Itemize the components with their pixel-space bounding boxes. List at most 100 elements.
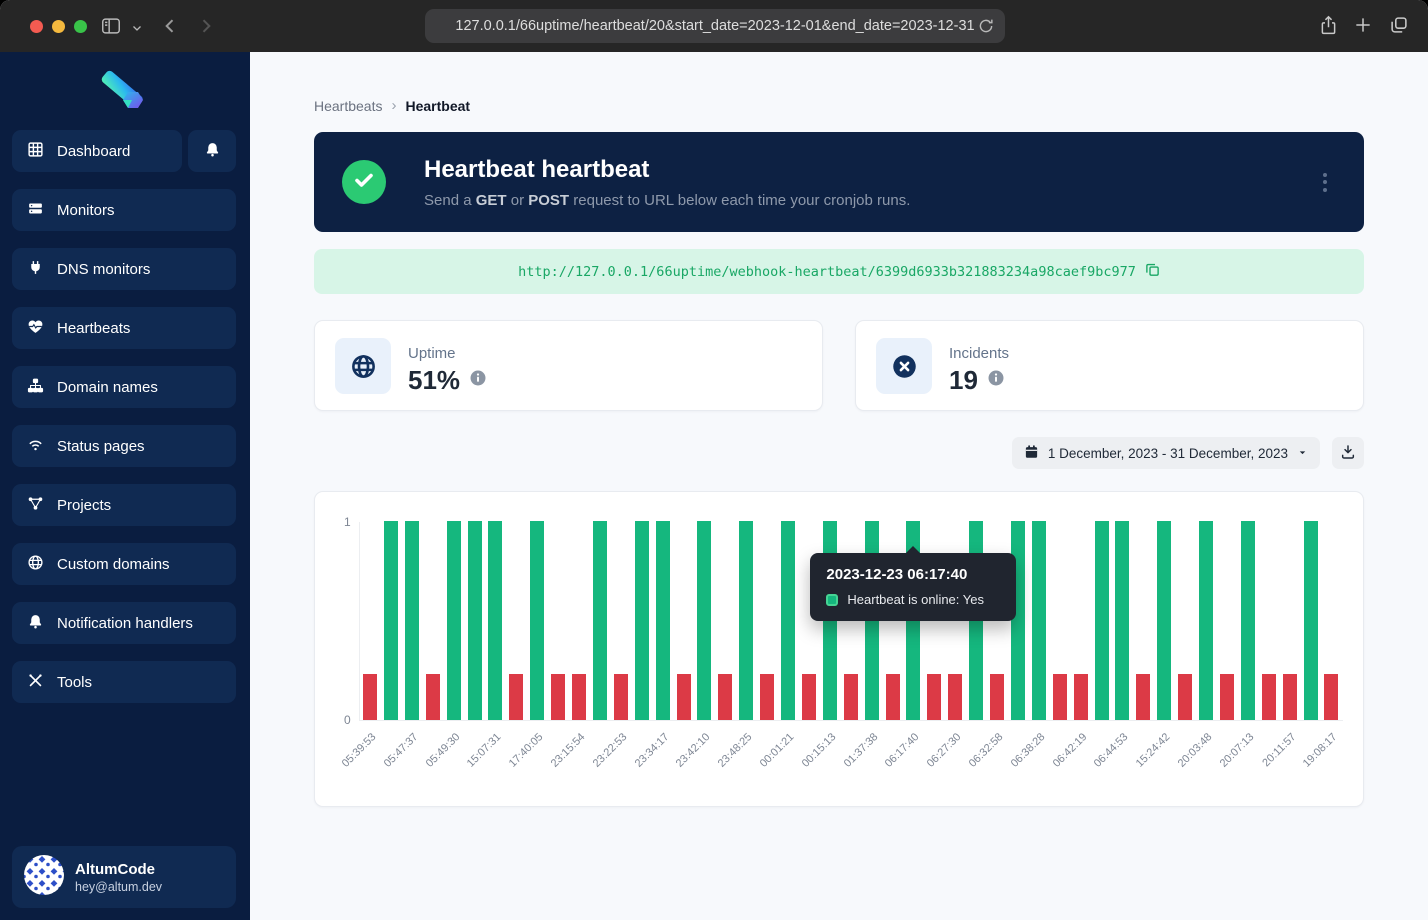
bell-icon — [27, 613, 44, 634]
breadcrumb-current: Heartbeat — [405, 98, 470, 114]
copy-icon[interactable] — [1145, 262, 1160, 281]
heartbeat-bar[interactable] — [384, 521, 398, 720]
heartbeat-bar[interactable] — [593, 521, 607, 720]
heartbeat-bar[interactable] — [405, 521, 419, 720]
heartbeat-bar[interactable] — [1115, 521, 1129, 720]
heartbeat-bar[interactable] — [1053, 674, 1067, 720]
heartbeat-bar[interactable] — [635, 521, 649, 720]
close-window-button[interactable] — [30, 20, 43, 33]
sidebar-item-domain-names[interactable]: Domain names — [12, 366, 236, 408]
heartbeat-bar[interactable] — [739, 521, 753, 720]
notifications-bell-button[interactable] — [188, 130, 236, 172]
zoom-window-button[interactable] — [74, 20, 87, 33]
heartbeat-bar[interactable] — [488, 521, 502, 720]
heartbeat-bar[interactable] — [677, 674, 691, 720]
tab-overview-icon[interactable] — [1388, 14, 1410, 41]
globe-icon — [27, 554, 44, 575]
heartbeat-bar[interactable] — [614, 674, 628, 720]
heartbeat-bar[interactable] — [468, 521, 482, 720]
heartbeat-bar[interactable] — [1095, 521, 1109, 720]
sidebar-item-label: Notification handlers — [57, 615, 193, 632]
heartbeat-bar[interactable] — [990, 674, 1004, 720]
heartbeat-bar[interactable] — [1178, 674, 1192, 720]
grid-icon — [27, 141, 44, 162]
chart-bars — [360, 522, 1343, 720]
heartbeat-bar[interactable] — [760, 674, 774, 720]
sidebar-item-status-pages[interactable]: Status pages — [12, 425, 236, 467]
user-email: hey@altum.dev — [75, 880, 162, 894]
sidebar-item-label: Heartbeats — [57, 320, 130, 337]
info-icon[interactable] — [469, 369, 487, 392]
heartbeat-bar[interactable] — [802, 674, 816, 720]
breadcrumb-heartbeats-link[interactable]: Heartbeats — [314, 98, 382, 114]
heartbeat-bar[interactable] — [447, 521, 461, 720]
user-account-card[interactable]: AltumCode hey@altum.dev — [12, 846, 236, 908]
heartbeat-bar[interactable] — [1157, 521, 1171, 720]
back-button[interactable] — [160, 16, 180, 41]
heartbeat-bar[interactable] — [1032, 521, 1046, 720]
heartbeat-bar[interactable] — [572, 674, 586, 720]
sidebar-item-projects[interactable]: Projects — [12, 484, 236, 526]
page-title: Heartbeat heartbeat — [424, 156, 649, 184]
heartbeat-bar[interactable] — [1074, 674, 1088, 720]
heartbeat-bar[interactable] — [363, 674, 377, 720]
sidebar-item-notification-handlers[interactable]: Notification handlers — [12, 602, 236, 644]
y-tick-label: 1 — [344, 515, 351, 529]
sidebar-item-custom-domains[interactable]: Custom domains — [12, 543, 236, 585]
heartbeat-bar[interactable] — [886, 674, 900, 720]
share-icon[interactable] — [1318, 14, 1339, 42]
heartbeat-bar[interactable] — [1241, 521, 1255, 720]
sidebar-item-label: Domain names — [57, 379, 158, 396]
download-report-button[interactable] — [1332, 437, 1364, 469]
heartbeat-bar[interactable] — [509, 674, 523, 720]
sidebar-item-tools[interactable]: Tools — [12, 661, 236, 703]
heartbeat-bar[interactable] — [1324, 674, 1338, 720]
heartbeat-bar[interactable] — [927, 674, 941, 720]
new-tab-icon[interactable] — [1353, 15, 1373, 40]
caret-down-icon — [1297, 446, 1308, 461]
minimize-window-button[interactable] — [52, 20, 65, 33]
heartbeat-bar[interactable] — [656, 521, 670, 720]
heartbeat-bar[interactable] — [1262, 674, 1276, 720]
heartbeat-bar[interactable] — [1011, 521, 1025, 720]
uptime-value: 51% — [408, 365, 460, 396]
info-icon[interactable] — [987, 369, 1005, 392]
sidebar-toggle-icon[interactable] — [100, 15, 122, 42]
avatar — [24, 855, 64, 900]
app-logo[interactable] — [0, 52, 250, 130]
refresh-icon[interactable] — [977, 17, 995, 39]
heartbeat-bar[interactable] — [948, 674, 962, 720]
heartbeat-bar[interactable] — [1199, 521, 1213, 720]
heartbeat-bar[interactable] — [1304, 521, 1318, 720]
sidebar-item-heartbeats[interactable]: Heartbeats — [12, 307, 236, 349]
heartbeat-chart-card: 1 0 05:39:5305:47:3705:49:3015:07:3117:4… — [314, 491, 1364, 807]
browser-window: 127.0.0.1/66uptime/heartbeat/20&start_da… — [0, 0, 1428, 920]
heartbeat-bar[interactable] — [530, 521, 544, 720]
heartbeat-bar[interactable] — [1220, 674, 1234, 720]
sidebar-item-label: Status pages — [57, 438, 145, 455]
heartbeat-bar[interactable] — [718, 674, 732, 720]
sidebar-item-dashboard[interactable]: Dashboard — [12, 130, 182, 172]
sidebar-item-monitors[interactable]: Monitors — [12, 189, 236, 231]
sidebar-item-dns-monitors[interactable]: DNS monitors — [12, 248, 236, 290]
heartbeat-bar[interactable] — [697, 521, 711, 720]
kebab-menu-icon[interactable] — [1316, 164, 1334, 200]
heartbeat-bar[interactable] — [1283, 674, 1297, 720]
sidebar-nav: Dashboard Monitors DNS monitors — [0, 130, 250, 703]
date-range-picker[interactable]: 1 December, 2023 - 31 December, 2023 — [1012, 437, 1320, 469]
plug-icon — [27, 259, 44, 280]
forward-button[interactable] — [196, 16, 216, 41]
heartbeat-bar[interactable] — [781, 521, 795, 720]
tooltip-series-swatch — [826, 594, 838, 606]
address-bar[interactable]: 127.0.0.1/66uptime/heartbeat/20&start_da… — [425, 9, 1005, 43]
chevron-down-icon[interactable] — [131, 21, 143, 39]
incidents-value: 19 — [949, 365, 978, 396]
webhook-url-bar[interactable]: http://127.0.0.1/66uptime/webhook-heartb… — [314, 249, 1364, 294]
chart-plot: 1 0 05:39:5305:47:3705:49:3015:07:3117:4… — [359, 522, 1343, 721]
heartbeat-bar[interactable] — [844, 674, 858, 720]
y-tick-label: 0 — [344, 713, 351, 727]
heartbeat-bar[interactable] — [426, 674, 440, 720]
page-subtitle: Send a GET or POST request to URL below … — [424, 192, 910, 209]
heartbeat-bar[interactable] — [1136, 674, 1150, 720]
heartbeat-bar[interactable] — [551, 674, 565, 720]
